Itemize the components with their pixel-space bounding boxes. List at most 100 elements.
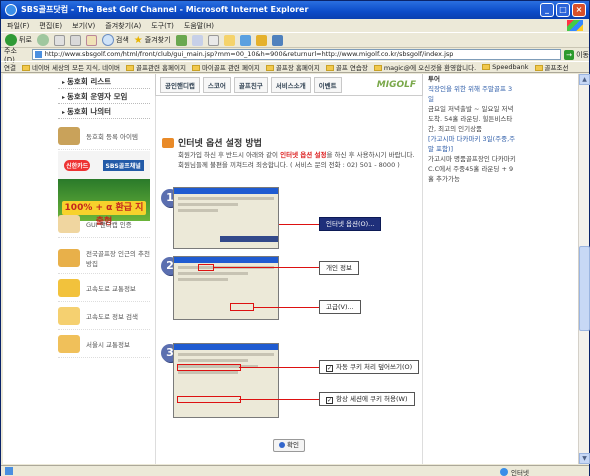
- checkbox-checked-icon: ✓: [326, 365, 333, 372]
- shot-highlight-advanced: [230, 303, 254, 311]
- tab-score[interactable]: 스코어: [202, 76, 231, 93]
- home-icon[interactable]: [85, 34, 97, 46]
- scroll-thumb[interactable]: [579, 246, 590, 331]
- globe-icon: [500, 468, 509, 476]
- side-link-label: 고속도로 교통정보: [86, 284, 136, 293]
- window-title: SBS골프닷컴 - The Best Golf Channel - Micros…: [21, 5, 309, 14]
- zone-label: 인터넷: [511, 469, 529, 476]
- confirm-bullet-icon: [279, 442, 286, 448]
- link-speedbank[interactable]: Speedbank: [482, 63, 529, 71]
- side-link-label: 서울시 교통정보: [86, 340, 130, 349]
- side-link-seoul-traffic[interactable]: 서울시 교통정보: [58, 330, 150, 358]
- side-link-lodging[interactable]: 전국골프장 인근의 추천방집: [58, 242, 150, 274]
- link-label: 골프장 홈페이지: [275, 64, 320, 72]
- link-label: magic@에 오신것을 환영합니다.: [383, 64, 477, 72]
- edit-icon[interactable]: [223, 34, 235, 46]
- search-label: 검색: [115, 36, 129, 44]
- tab-event[interactable]: 이벤트: [313, 76, 342, 93]
- search-icon: [101, 34, 114, 46]
- side-link-label: GUI 핸디캡 인증: [86, 220, 132, 229]
- folder-icon: [191, 65, 200, 71]
- refresh-icon[interactable]: [69, 34, 81, 46]
- tab-service-intro[interactable]: 서비스소개: [270, 76, 311, 93]
- link-naver[interactable]: 네이버 세상의 모든 지식, 네이버: [21, 62, 120, 72]
- links-label: 연결: [4, 64, 16, 72]
- tab-golf-friends[interactable]: 골프친구: [233, 76, 268, 93]
- close-button[interactable]: ×: [572, 3, 586, 17]
- step-2-arrow-advanced: [253, 307, 319, 308]
- shot-highlight-override: [177, 364, 241, 371]
- scroll-up-icon[interactable]: ▲: [579, 74, 590, 85]
- favorites-button[interactable]: ★ 즐겨찾기: [134, 35, 171, 46]
- link-golf-related[interactable]: 골프관련 홈페이지: [126, 62, 186, 72]
- club-item-list[interactable]: 동호회 리스트: [58, 74, 150, 89]
- go-button[interactable]: → 이동: [564, 49, 589, 60]
- notice-pre: 회원가입 하신 후 반드시 아래와 같이: [178, 151, 281, 159]
- link-golf-chosun[interactable]: 골프조선: [534, 62, 568, 72]
- step-2-arrow-privacy: [213, 267, 319, 268]
- side-link-label: 전국골프장 인근의 추천방집: [86, 249, 150, 268]
- side-link-club-items[interactable]: 동호회 등록 아이템: [58, 122, 150, 150]
- folder-icon[interactable]: [255, 34, 267, 46]
- link-icon: [21, 65, 30, 71]
- link-label: 마이골프 관련 페이지: [201, 64, 260, 72]
- link-magic[interactable]: magic@에 오신것을 환영합니다.: [373, 62, 477, 72]
- maximize-button[interactable]: □: [556, 3, 570, 17]
- notice-text: 회원가입 하신 후 반드시 아래와 같이 인터넷 옵션 설정을 하신 후 사용하…: [178, 150, 418, 170]
- scroll-down-icon[interactable]: ▼: [579, 453, 590, 464]
- step-2-callout-advanced: 고급(V)...: [319, 300, 361, 314]
- step-3-arrow-session: [239, 399, 319, 400]
- link-golf-course[interactable]: 골프장 홈페이지: [265, 62, 320, 72]
- messenger-icon[interactable]: [239, 34, 251, 46]
- print-icon[interactable]: [207, 34, 219, 46]
- shot-line: [178, 203, 238, 206]
- search-button[interactable]: 검색: [101, 34, 129, 46]
- shot-line: [178, 353, 274, 356]
- shot-titlebar: [174, 188, 278, 194]
- shot-line: [178, 359, 248, 362]
- back-button[interactable]: 뒤로: [5, 34, 32, 46]
- tour-promo-column: 투어 직장인을 위한 위해 주말골프 3일 금요일 저녁출발 ~ 일요일 저녁 …: [428, 74, 518, 184]
- step-1-arrow: [279, 224, 319, 225]
- link-golf-range[interactable]: 골프 연습장: [325, 62, 368, 72]
- step-3-callout-override: ✓ 자동 쿠키 처리 덮어쓰기(O): [319, 360, 420, 374]
- menu-file[interactable]: 파일(F): [7, 21, 29, 31]
- side-link-gui-handicap[interactable]: GUI 핸디캡 인증: [58, 210, 150, 238]
- vertical-scrollbar[interactable]: ▲ ▼: [578, 74, 590, 464]
- tour-link-weekend[interactable]: 직장인을 위한 위해 주말골프 3일: [428, 84, 518, 104]
- menu-favorites[interactable]: 즐겨찾기(A): [105, 21, 141, 31]
- link-mygolf[interactable]: 마이골프 관련 페이지: [191, 62, 260, 72]
- tour-link-kagoshima[interactable]: [가고시마 다카마키 3일(주중,주말 포함)]: [428, 134, 518, 154]
- tab-handicap[interactable]: 공인핸디캡: [160, 76, 200, 93]
- side-link-highway-traffic[interactable]: 고속도로 교통정보: [58, 274, 150, 302]
- address-bar: 주소(D) http://www.sbsgolf.com/html/front/…: [1, 47, 589, 64]
- shot-highlight-privacy-tab: [198, 264, 214, 271]
- favorites-label: 즐겨찾기: [144, 36, 171, 44]
- address-input[interactable]: http://www.sbsgolf.com/html/front/club/g…: [31, 49, 562, 60]
- step-3-arrow-override: [239, 367, 319, 368]
- menu-tools[interactable]: 도구(T): [151, 21, 174, 31]
- shot-line: [178, 209, 218, 212]
- side-link-highway-search[interactable]: 고속도로 정보 검색: [58, 302, 150, 330]
- media-icon[interactable]: [271, 34, 283, 46]
- forward-button[interactable]: [36, 34, 49, 46]
- menu-view[interactable]: 보기(V): [72, 21, 95, 31]
- menu-edit[interactable]: 편집(E): [39, 21, 62, 31]
- tour-heading: 투어: [428, 75, 440, 83]
- forward-arrow-icon: [36, 34, 49, 46]
- club-item-my-space[interactable]: 동호회 나의터: [58, 104, 150, 119]
- confirm-button[interactable]: 확인: [273, 439, 305, 452]
- menu-help[interactable]: 도움말(H): [184, 21, 214, 31]
- history-icon[interactable]: [175, 34, 187, 46]
- folder-icon: [126, 65, 135, 71]
- folder-icon: [265, 65, 274, 71]
- club-item-admin-meeting[interactable]: 동호회 운영자 모임: [58, 89, 150, 104]
- shot-titlebar: [174, 344, 278, 350]
- mail-icon[interactable]: [191, 34, 203, 46]
- stop-icon[interactable]: [53, 34, 65, 46]
- toolbar: 뒤로 검색 ★ 즐겨찾기: [1, 32, 589, 48]
- minimize-button[interactable]: _: [540, 3, 554, 17]
- step-3-override-label: 자동 쿠키 처리 덮어쓰기(O): [336, 363, 413, 371]
- go-label: 이동: [576, 50, 589, 59]
- step-1-callout-internet-options: 인터넷 옵션(O)...: [319, 217, 382, 231]
